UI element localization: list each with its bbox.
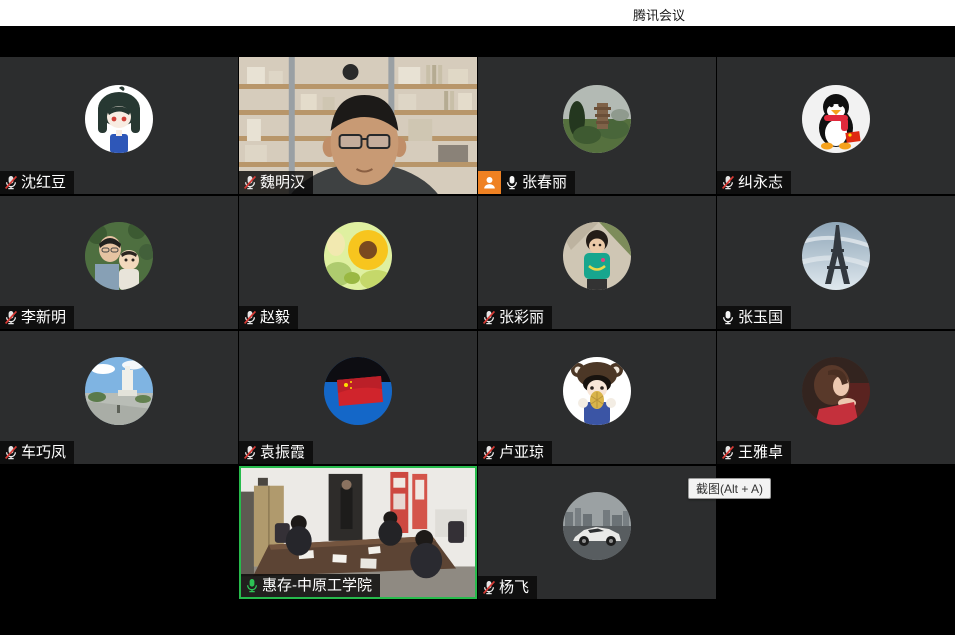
name-label: 袁振霞 <box>239 441 313 464</box>
participant-tile-5[interactable]: 李新明 <box>0 196 238 329</box>
mic-muted-icon <box>4 175 18 190</box>
participant-name: 王雅卓 <box>738 441 783 464</box>
participant-name: 张玉国 <box>738 306 783 329</box>
participant-name: 魏明汉 <box>260 171 305 194</box>
mic-on-icon <box>721 310 735 325</box>
avatar-lady-red <box>802 357 870 425</box>
name-label: 王雅卓 <box>717 441 791 464</box>
name-label: 李新明 <box>0 306 74 329</box>
window-title: 腾讯会议 <box>633 5 685 24</box>
participant-tile-14[interactable]: 杨飞 <box>478 466 716 599</box>
participant-name: 赵毅 <box>260 306 290 329</box>
name-label: 张彩丽 <box>478 306 552 329</box>
mic-on-icon <box>505 175 519 190</box>
mic-muted-icon <box>4 310 18 325</box>
mic-muted-icon <box>243 445 257 460</box>
participant-name: 李新明 <box>21 306 66 329</box>
name-label: 张玉国 <box>717 306 791 329</box>
meeting-window: 腾讯会议 沈红豆 <box>0 0 955 635</box>
participant-tile-12[interactable]: 王雅卓 <box>717 331 955 464</box>
name-label: 纠永志 <box>717 171 791 194</box>
avatar-qq-penguin <box>802 85 870 153</box>
avatar-anime-girl <box>85 85 153 153</box>
mic-muted-icon <box>243 175 257 190</box>
mic-muted-icon <box>482 580 496 595</box>
titlebar: 腾讯会议 <box>0 0 955 26</box>
participant-tile-8[interactable]: 张玉国 <box>717 196 955 329</box>
avatar-chibi-hat <box>563 357 631 425</box>
avatar-kid-green <box>563 222 631 290</box>
participant-name: 张春丽 <box>522 171 567 194</box>
participant-tile-13[interactable]: 惠存-中原工学院 <box>239 466 477 599</box>
participant-tile-4[interactable]: 纠永志 <box>717 57 955 194</box>
avatar-white-car <box>563 492 631 560</box>
avatar-red-flag <box>324 357 392 425</box>
participant-name: 沈红豆 <box>21 171 66 194</box>
participant-name: 车巧凤 <box>21 441 66 464</box>
name-label: 杨飞 <box>478 576 537 599</box>
mic-speaking-icon <box>245 578 259 593</box>
participant-name: 袁振霞 <box>260 441 305 464</box>
participant-tile-3[interactable]: 张春丽 <box>478 57 716 194</box>
participant-tile-1[interactable]: 沈红豆 <box>0 57 238 194</box>
mic-muted-icon <box>721 175 735 190</box>
name-label: 张春丽 <box>501 171 575 194</box>
person-icon <box>481 174 498 191</box>
participant-tile-9[interactable]: 车巧凤 <box>0 331 238 464</box>
name-label: 魏明汉 <box>239 171 313 194</box>
participant-tile-7[interactable]: 张彩丽 <box>478 196 716 329</box>
name-label: 沈红豆 <box>0 171 74 194</box>
avatar-plaza <box>85 357 153 425</box>
participant-name: 张彩丽 <box>499 306 544 329</box>
participant-tile-2[interactable]: 魏明汉 <box>239 57 477 194</box>
participant-name: 纠永志 <box>738 171 783 194</box>
name-label: 卢亚琼 <box>478 441 552 464</box>
participant-tile-11[interactable]: 卢亚琼 <box>478 331 716 464</box>
avatar-landscape-pagoda <box>563 85 631 153</box>
participant-grid: 沈红豆 <box>0 57 955 599</box>
mic-muted-icon <box>243 310 257 325</box>
mic-muted-icon <box>482 310 496 325</box>
participant-tile-6[interactable]: 赵毅 <box>239 196 477 329</box>
screenshot-tooltip: 截图(Alt + A) <box>688 478 771 499</box>
mic-muted-icon <box>721 445 735 460</box>
participant-name: 杨飞 <box>499 576 529 599</box>
mic-muted-icon <box>4 445 18 460</box>
name-label: 惠存-中原工学院 <box>241 574 380 597</box>
avatar-eiffel-tower <box>802 222 870 290</box>
participant-name: 卢亚琼 <box>499 441 544 464</box>
participant-name: 惠存-中原工学院 <box>262 574 372 597</box>
host-badge <box>478 171 501 194</box>
participant-tile-10[interactable]: 袁振霞 <box>239 331 477 464</box>
name-label: 车巧凤 <box>0 441 74 464</box>
avatar-sunflower <box>324 222 392 290</box>
mic-muted-icon <box>482 445 496 460</box>
avatar-dad-baby <box>85 222 153 290</box>
name-label: 赵毅 <box>239 306 298 329</box>
